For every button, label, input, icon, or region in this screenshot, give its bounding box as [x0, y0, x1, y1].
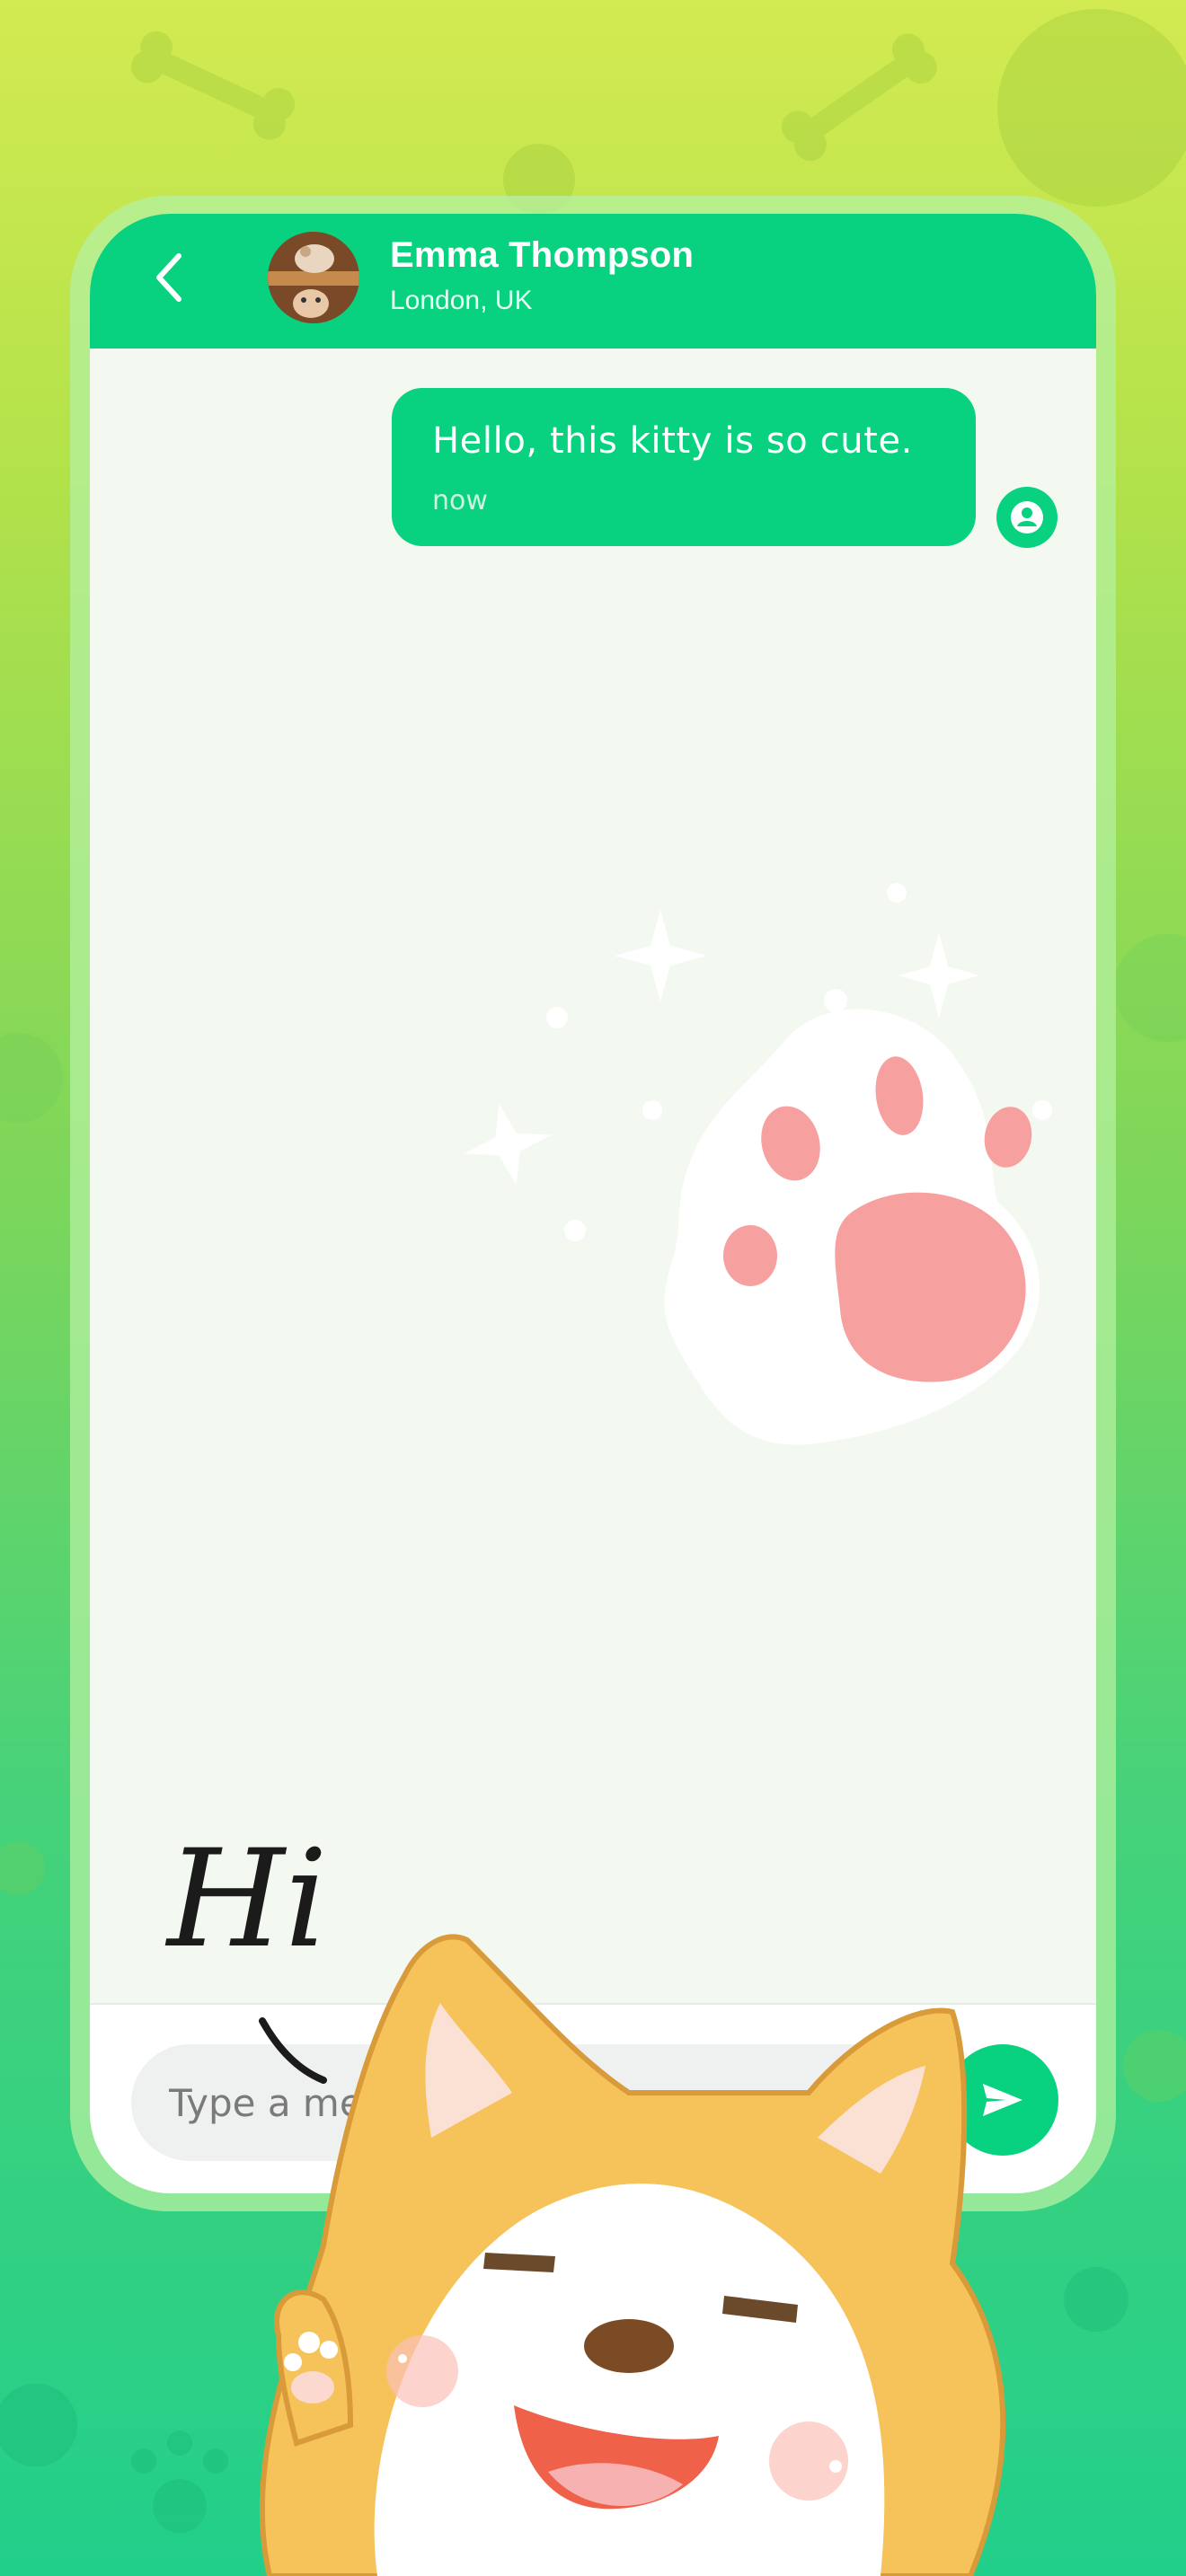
- chat-header: Emma Thompson London, UK: [90, 214, 1096, 348]
- chevron-left-icon: [156, 253, 181, 302]
- message-timestamp: now: [432, 485, 488, 516]
- back-button[interactable]: [138, 246, 201, 309]
- contact-location: London, UK: [390, 286, 533, 315]
- corgi-sticker: Hi: [164, 1822, 1006, 2576]
- contact-avatar[interactable]: [268, 232, 359, 323]
- message-text: Hello, this kitty is so cute.: [432, 420, 913, 462]
- svg-text:Hi: Hi: [164, 1822, 328, 1978]
- paw-print-illustration: [464, 883, 1052, 1445]
- message-bubble[interactable]: Hello, this kitty is so cute. now: [392, 388, 976, 546]
- contact-name: Emma Thompson: [390, 235, 695, 275]
- hi-greeting-text: Hi: [164, 1822, 328, 2084]
- user-icon: [996, 487, 1058, 548]
